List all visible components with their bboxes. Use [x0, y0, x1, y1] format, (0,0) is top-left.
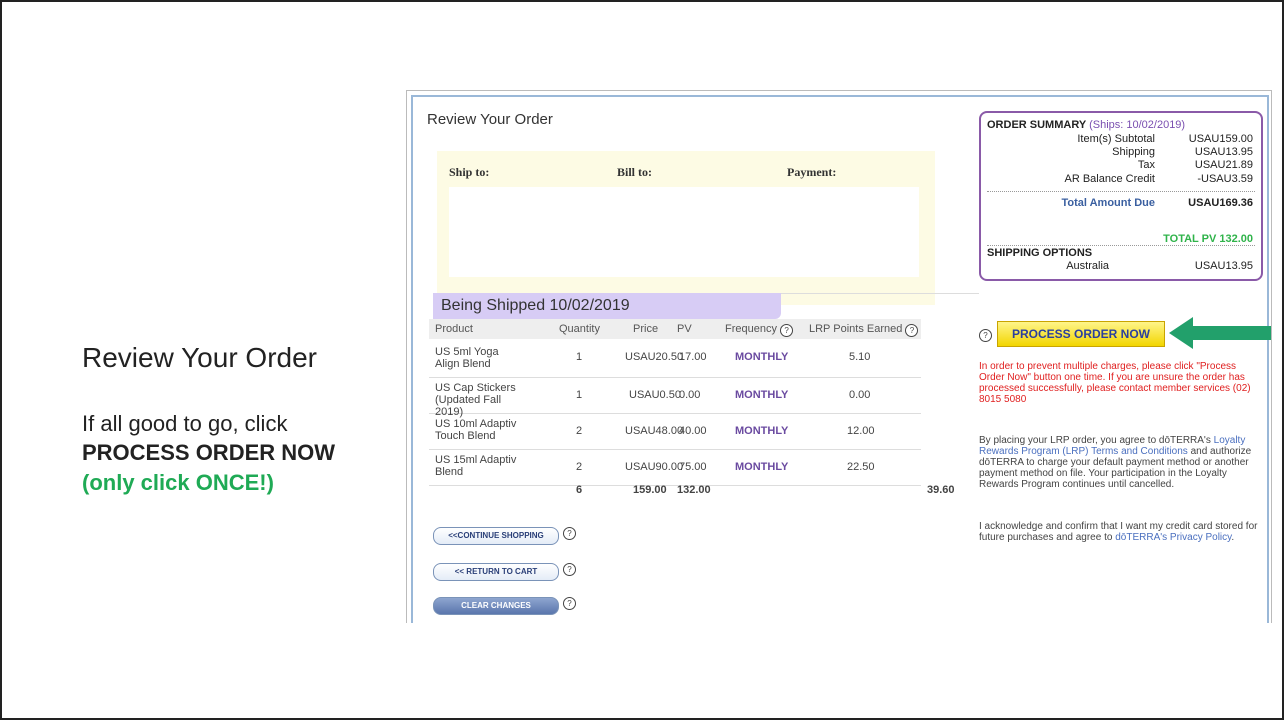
shipping-option-value: USAU13.95 [1194, 260, 1253, 272]
summary-row-shipping: Shipping USAU13.95 [981, 146, 1261, 159]
question-circle-icon[interactable]: ? [563, 563, 576, 576]
quantity: 1 [576, 351, 583, 363]
total-amount-label: Total Amount Due [1061, 197, 1156, 209]
bill-to-label: Bill to: [617, 165, 652, 179]
price: USAU20.50 [625, 351, 684, 363]
card-storage-acknowledgement: I acknowledge and confirm that I want my… [979, 521, 1263, 543]
lrp-points: 12.00 [847, 425, 875, 437]
shipping-option-row: Australia USAU13.95 [981, 260, 1261, 273]
address-details [449, 187, 919, 277]
price: USAU48.00 [625, 425, 684, 437]
arrow-left-icon [1169, 317, 1271, 349]
summary-value: USAU159.00 [1188, 133, 1253, 145]
question-circle-icon[interactable]: ? [563, 597, 576, 610]
total-pv: 132.00 [677, 484, 711, 496]
acknowledgement-suffix: . [1231, 532, 1235, 543]
col-product: Product [435, 323, 473, 335]
summary-label: Item(s) Subtotal [1077, 133, 1155, 145]
shipping-options-heading: SHIPPING OPTIONS [987, 247, 1093, 259]
payment-label: Payment: [787, 165, 837, 179]
address-section: Ship to: Bill to: Payment: [437, 151, 935, 305]
question-circle-icon[interactable]: ? [905, 324, 919, 337]
summary-divider [987, 245, 1255, 246]
product-name: US 10ml Adaptiv Touch Blend [435, 418, 517, 442]
slide-action: PROCESS ORDER NOW [82, 440, 336, 465]
quantity: 2 [576, 461, 583, 473]
table-totals-row: 6 159.00 132.00 39.60 [429, 484, 959, 500]
summary-label: Tax [1137, 159, 1155, 171]
lrp-points: 0.00 [849, 389, 871, 401]
summary-row-total: Total Amount Due USAU169.36 [981, 197, 1261, 210]
summary-row-subtotal: Item(s) Subtotal USAU159.00 [981, 133, 1261, 146]
lrp-points: 22.50 [847, 461, 875, 473]
summary-row-tax: Tax USAU21.89 [981, 159, 1261, 172]
frequency: MONTHLY [735, 425, 789, 437]
ship-to-label: Ship to: [449, 165, 490, 179]
table-row: US 5ml Yoga Align Blend 1 USAU20.50 17.0… [429, 341, 921, 378]
duplicate-charge-warning: In order to prevent multiple charges, pl… [979, 361, 1251, 405]
agreement-prefix: By placing your LRP order, you agree to … [979, 435, 1211, 446]
price: USAU90.00 [625, 461, 684, 473]
price: USAU0.50 [629, 389, 681, 401]
shipping-country: Australia [1066, 260, 1109, 272]
slide-title: Review Your Order [82, 342, 318, 373]
col-frequency-label: Frequency [725, 323, 777, 335]
quantity: 1 [576, 389, 583, 401]
lrp-agreement-text: By placing your LRP order, you agree to … [979, 435, 1263, 490]
total-lrp-points: 39.60 [927, 484, 955, 496]
frequency: MONTHLY [735, 351, 789, 363]
return-to-cart-button[interactable]: << RETURN TO CART [433, 563, 559, 581]
summary-value: USAU13.95 [1194, 146, 1253, 158]
items-table-header: Product Quantity Price PV Frequency ? LR… [429, 319, 921, 339]
frequency: MONTHLY [735, 389, 789, 401]
col-frequency: Frequency ? [725, 323, 794, 337]
col-lrp-label: LRP Points Earned [809, 323, 903, 335]
table-row: US Cap Stickers (Updated Fall 2019) 1 US… [429, 377, 921, 418]
clear-changes-button[interactable]: CLEAR CHANGES [433, 597, 559, 615]
col-price: Price [633, 323, 659, 335]
product-name: US 5ml Yoga Align Blend [435, 346, 499, 370]
total-amount-value: USAU169.36 [1188, 197, 1253, 209]
shipment-title: Being Shipped 10/02/2019 [441, 297, 630, 314]
product-name: US 15ml Adaptiv Blend [435, 454, 517, 478]
total-pv: TOTAL PV 132.00 [1163, 233, 1253, 245]
frequency: MONTHLY [735, 461, 789, 473]
col-quantity: Quantity [559, 323, 600, 335]
summary-label: Shipping [1112, 146, 1155, 158]
total-quantity: 6 [576, 484, 583, 496]
pv: 75.00 [679, 461, 707, 473]
summary-value: USAU21.89 [1194, 159, 1253, 171]
pv: 40.00 [679, 425, 707, 437]
col-pv: PV [677, 323, 692, 335]
pv: 0.00 [679, 389, 701, 401]
question-circle-icon[interactable]: ? [563, 527, 576, 540]
process-order-button[interactable]: PROCESS ORDER NOW [997, 321, 1165, 347]
summary-value: -USAU3.59 [1197, 173, 1253, 185]
pv: 17.00 [679, 351, 707, 363]
slide-instruction: If all good to go, click [82, 411, 288, 436]
question-circle-icon[interactable]: ? [979, 329, 992, 342]
slide-caption: Review Your Order If all good to go, cli… [82, 342, 382, 498]
summary-label: AR Balance Credit [1064, 173, 1156, 185]
order-summary: ORDER SUMMARY (Ships: 10/02/2019) Item(s… [979, 111, 1263, 281]
order-review-panel: Review Your Order Ship to: Bill to: Paym… [411, 95, 1271, 623]
slide-note: (only click ONCE!) [82, 470, 274, 495]
page-title: Review Your Order [427, 111, 553, 128]
summary-row-ar-credit: AR Balance Credit -USAU3.59 [981, 173, 1261, 186]
order-summary-heading: ORDER SUMMARY (Ships: 10/02/2019) [987, 119, 1185, 131]
slide: Review Your Order If all good to go, cli… [0, 0, 1284, 720]
table-row: US 15ml Adaptiv Blend 2 USAU90.00 75.00 … [429, 449, 921, 486]
table-row: US 10ml Adaptiv Touch Blend 2 USAU48.00 … [429, 413, 921, 450]
order-review-screenshot: Review Your Order Ship to: Bill to: Paym… [406, 90, 1272, 623]
col-lrp-points: LRP Points Earned ? [809, 323, 919, 337]
privacy-policy-link[interactable]: dōTERRA's Privacy Policy [1115, 532, 1231, 543]
quantity: 2 [576, 425, 583, 437]
lrp-points: 5.10 [849, 351, 871, 363]
total-price: 159.00 [633, 484, 667, 496]
question-circle-icon[interactable]: ? [780, 324, 794, 337]
ships-date: (Ships: 10/02/2019) [1089, 119, 1186, 131]
continue-shopping-button[interactable]: <<CONTINUE SHOPPING [433, 527, 559, 545]
summary-divider [987, 191, 1255, 192]
order-summary-title: ORDER SUMMARY [987, 119, 1087, 131]
